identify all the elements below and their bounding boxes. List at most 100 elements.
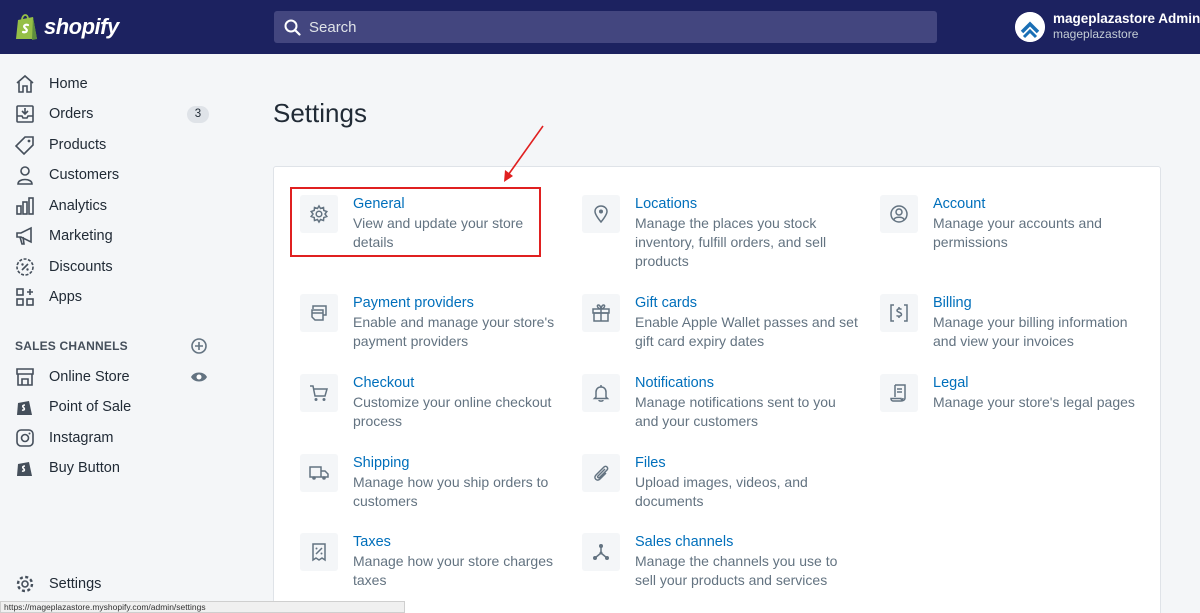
store-icon [14, 366, 36, 388]
setting-description: Manage your billing information [933, 314, 1128, 330]
sidebar-item-label: Instagram [49, 430, 114, 446]
orders-icon [14, 103, 36, 125]
sidebar-item-label: Online Store [49, 369, 130, 385]
setting-sales-channels[interactable]: Sales channels Manage the channels you u… [582, 533, 837, 590]
sidebar-item-discounts[interactable]: Discounts [0, 252, 240, 282]
setting-description: sell your products and services [635, 572, 828, 588]
setting-description: Manage how you ship orders to [353, 474, 549, 490]
setting-title: Legal [933, 375, 969, 391]
setting-shipping[interactable]: Shipping Manage how you ship orders to c… [300, 454, 548, 511]
customer-icon [14, 164, 36, 186]
sidebar-item-label: Buy Button [49, 460, 120, 476]
user-name: mageplazastore Admin [1053, 11, 1200, 26]
setting-description: customers [353, 493, 418, 509]
sidebar-item-home[interactable]: Home [0, 69, 240, 99]
sidebar-item-label: Orders [49, 106, 94, 122]
sidebar-item-buy-button[interactable]: Buy Button [0, 453, 240, 483]
setting-title: Account [933, 196, 986, 212]
sidebar-item-label: Products [49, 137, 107, 153]
sidebar-item-label: Discounts [49, 259, 113, 275]
setting-description: Customize your online checkout [353, 394, 552, 410]
setting-title: Gift cards [635, 295, 698, 311]
setting-description: Manage how your store charges [353, 553, 553, 569]
sales-channels-heading: SALES CHANNELS [15, 339, 128, 353]
setting-account[interactable]: Account Manage your accounts and permiss… [880, 195, 1102, 252]
setting-title: Checkout [353, 375, 415, 391]
search-bar[interactable] [274, 11, 937, 43]
legal-scroll-icon [880, 374, 918, 412]
gift-icon [582, 294, 620, 332]
search-input[interactable] [309, 18, 909, 36]
sidebar-item-marketing[interactable]: Marketing [0, 221, 240, 251]
bell-icon [582, 374, 620, 412]
sidebar-item-instagram[interactable]: Instagram [0, 423, 240, 453]
orders-count-badge: 3 [187, 106, 209, 123]
setting-title: Taxes [353, 534, 391, 550]
setting-description: products [635, 253, 689, 269]
user-menu[interactable]: mageplazastore Admin mageplazastore [1015, 11, 1200, 42]
setting-locations[interactable]: Locations Manage the places you stock in… [582, 195, 826, 271]
highlight-box [290, 187, 541, 257]
sidebar: Home Orders 3 Products Customers Analyti… [0, 54, 240, 613]
analytics-icon [14, 195, 36, 217]
sidebar-item-orders[interactable]: Orders 3 [0, 99, 240, 129]
sidebar-item-analytics[interactable]: Analytics [0, 191, 240, 221]
setting-description: permissions [933, 234, 1008, 250]
shopify-bag-icon [14, 457, 36, 479]
setting-title: Shipping [353, 455, 410, 471]
setting-description: documents [635, 493, 704, 509]
setting-description: Enable Apple Wallet passes and set [635, 314, 858, 330]
sidebar-item-products[interactable]: Products [0, 130, 240, 160]
setting-description: and your customers [635, 413, 758, 429]
setting-description: Manage your accounts and [933, 215, 1102, 231]
sidebar-item-label: Apps [49, 289, 83, 305]
paperclip-icon [582, 454, 620, 492]
cart-icon [300, 374, 338, 412]
sidebar-item-label: Home [49, 76, 88, 92]
payment-icon [300, 294, 338, 332]
setting-description: Upload images, videos, and [635, 474, 808, 490]
annotation-arrow-icon [504, 125, 544, 182]
setting-files[interactable]: Files Upload images, videos, and documen… [582, 454, 808, 511]
brand-name: shopify [44, 14, 119, 39]
sidebar-item-settings[interactable]: Settings [0, 569, 240, 599]
eye-icon[interactable] [190, 369, 208, 385]
sidebar-item-apps[interactable]: Apps [0, 282, 240, 312]
sidebar-item-point-of-sale[interactable]: Point of Sale [0, 392, 240, 422]
setting-checkout[interactable]: Checkout Customize your online checkout … [300, 374, 551, 431]
add-circle-icon[interactable] [190, 337, 208, 355]
setting-description: Manage the places you stock [635, 215, 817, 231]
setting-title: Billing [933, 295, 972, 311]
truck-icon [300, 454, 338, 492]
setting-payment-providers[interactable]: Payment providers Enable and manage your… [300, 294, 554, 351]
setting-description: gift card expiry dates [635, 333, 765, 349]
avatar [1015, 11, 1045, 42]
sidebar-item-label: Analytics [49, 198, 108, 214]
setting-description: and view your invoices [933, 333, 1074, 349]
sidebar-item-customers[interactable]: Customers [0, 160, 240, 190]
setting-title: Payment providers [353, 295, 474, 311]
setting-gift-cards[interactable]: Gift cards Enable Apple Wallet passes an… [582, 294, 858, 351]
discount-icon [14, 256, 36, 278]
shopify-bag-icon [14, 396, 36, 418]
sidebar-item-online-store[interactable]: Online Store [0, 362, 240, 392]
setting-description: taxes [353, 572, 387, 588]
setting-taxes[interactable]: Taxes Manage how your store charges taxe… [300, 533, 553, 590]
user-store: mageplazastore [1053, 27, 1139, 41]
location-pin-icon [582, 195, 620, 233]
setting-description: payment providers [353, 333, 469, 349]
channels-icon [582, 533, 620, 571]
setting-notifications[interactable]: Notifications Manage notifications sent … [582, 374, 836, 431]
setting-legal[interactable]: Legal Manage your store's legal pages [880, 374, 1135, 412]
search-icon [284, 19, 301, 36]
browser-status-url: https://mageplazastore.myshopify.com/adm… [0, 601, 405, 613]
account-circle-icon [880, 195, 918, 233]
tag-icon [14, 134, 36, 156]
setting-billing[interactable]: Billing Manage your billing information … [880, 294, 1128, 351]
top-bar: shopify mageplazastore Admin mageplazast… [0, 0, 1200, 54]
sidebar-item-label: Marketing [49, 228, 113, 244]
shopify-bag-icon [16, 14, 37, 40]
shopify-logo[interactable]: shopify [14, 10, 119, 44]
store-logo-icon [1015, 11, 1045, 42]
sidebar-item-label: Point of Sale [49, 399, 132, 415]
